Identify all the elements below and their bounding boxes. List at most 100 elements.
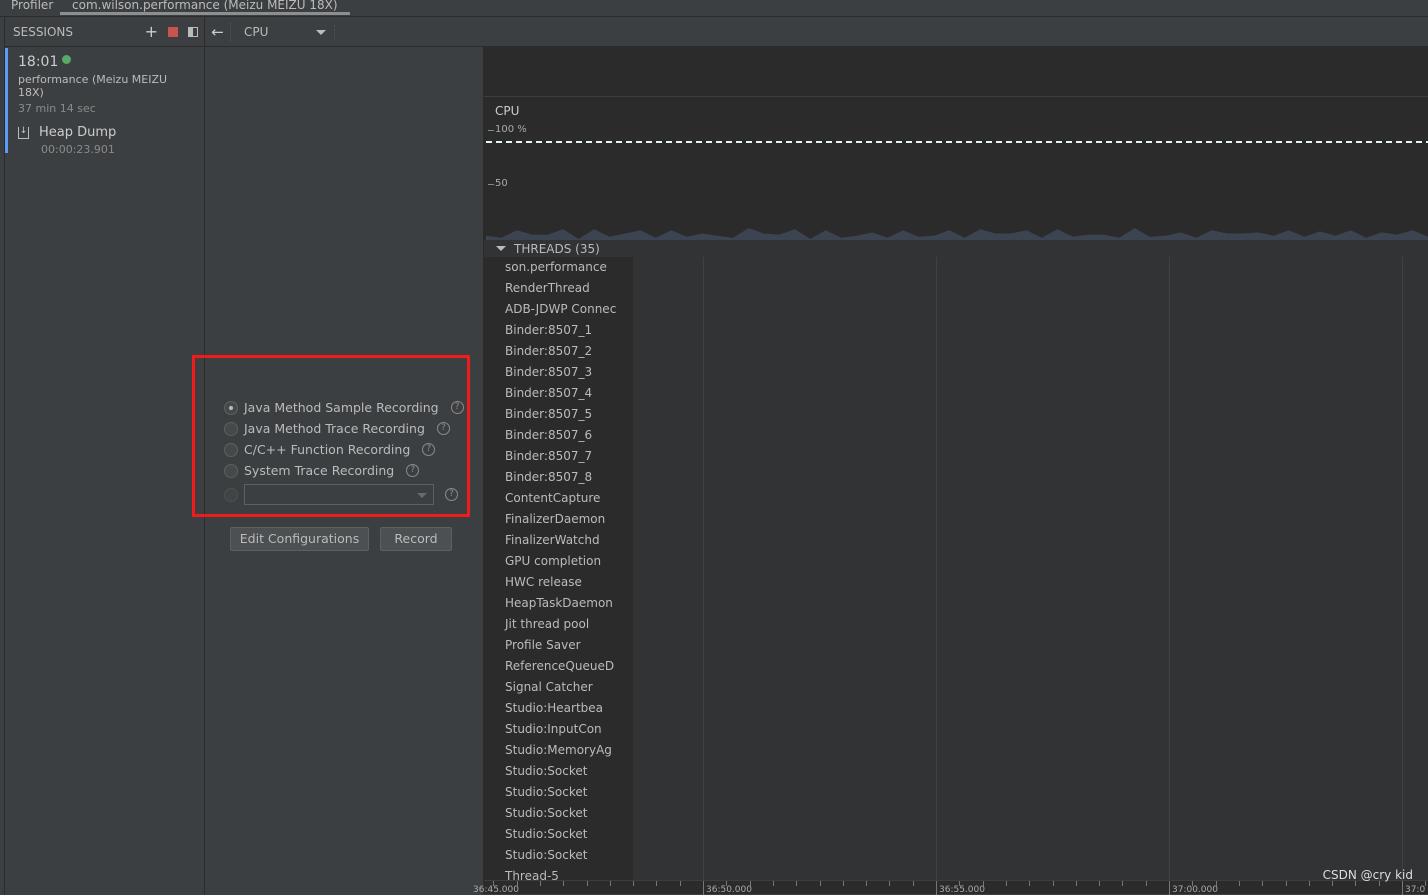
stop-session-icon[interactable] bbox=[168, 26, 178, 37]
y-tick-label: 100 % bbox=[495, 124, 527, 135]
thread-row[interactable]: Studio:Socket bbox=[505, 827, 587, 841]
option-cpp[interactable]: C/C++ Function Recording? bbox=[224, 442, 436, 457]
custom-config-dropdown[interactable] bbox=[244, 484, 434, 505]
time-tick bbox=[842, 881, 844, 886]
radio-system-trace[interactable] bbox=[224, 463, 238, 478]
thread-row[interactable]: Binder:8507_1 bbox=[505, 323, 592, 337]
time-tick bbox=[1005, 881, 1007, 886]
thread-row[interactable]: HWC release bbox=[505, 575, 582, 589]
option-system-trace[interactable]: System Trace Recording? bbox=[224, 463, 420, 478]
time-tick bbox=[703, 881, 704, 895]
time-axis[interactable]: 36:45.000 36:50.000 36:55.000 37:00.000 37:0 bbox=[473, 880, 1428, 895]
radio-cpp[interactable] bbox=[224, 442, 238, 457]
thread-row[interactable]: GPU completion bbox=[505, 554, 601, 568]
thread-row[interactable]: Binder:8507_4 bbox=[505, 386, 592, 400]
thread-row[interactable]: Studio:MemoryAg bbox=[505, 743, 612, 757]
time-tick bbox=[1262, 881, 1264, 886]
thread-row[interactable]: Binder:8507_2 bbox=[505, 344, 592, 358]
y-tick bbox=[488, 130, 494, 131]
time-tick bbox=[563, 881, 565, 886]
tab-profiler[interactable]: Profiler bbox=[11, 0, 53, 15]
thread-row[interactable]: HeapTaskDaemon bbox=[505, 596, 613, 610]
thread-row[interactable]: Jit thread pool bbox=[505, 617, 589, 631]
threads-header-label: THREADS (35) bbox=[514, 241, 600, 256]
time-tick bbox=[796, 881, 798, 886]
collapse-panel-icon[interactable] bbox=[188, 26, 198, 37]
radio-java-trace[interactable] bbox=[224, 421, 238, 436]
heap-dump-icon: ↓ bbox=[18, 126, 29, 139]
thread-row[interactable]: Studio:Socket bbox=[505, 848, 587, 862]
thread-row[interactable]: Binder:8507_3 bbox=[505, 365, 592, 379]
thread-row[interactable]: Signal Catcher bbox=[505, 680, 593, 694]
grid-line bbox=[1169, 257, 1170, 880]
cpu-usage-area bbox=[486, 228, 1428, 240]
thread-row[interactable]: Binder:8507_8 bbox=[505, 470, 592, 484]
thread-row[interactable]: Studio:Socket bbox=[505, 764, 587, 778]
help-icon[interactable]: ? bbox=[445, 488, 458, 501]
collapse-triangle-icon[interactable] bbox=[496, 246, 506, 251]
time-tick bbox=[866, 881, 868, 886]
thread-row[interactable]: ReferenceQueueD bbox=[505, 659, 614, 673]
option-java-sample[interactable]: Java Method Sample Recording? bbox=[224, 400, 464, 415]
thread-row[interactable]: Studio:Heartbea bbox=[505, 701, 603, 715]
option-label: Java Method Sample Recording bbox=[244, 400, 439, 415]
time-tick bbox=[1075, 881, 1077, 886]
session-item[interactable]: 18:01 performance (Meizu MEIZU 18X) 37 m… bbox=[5, 48, 204, 156]
help-icon[interactable]: ? bbox=[450, 401, 464, 414]
sessions-header: SESSIONS + bbox=[5, 17, 204, 47]
time-tick bbox=[1238, 881, 1240, 886]
record-button[interactable]: Record bbox=[380, 527, 452, 551]
help-icon[interactable]: ? bbox=[406, 464, 420, 477]
thread-row[interactable]: Binder:8507_7 bbox=[505, 449, 592, 463]
thread-row[interactable]: Binder:8507_6 bbox=[505, 428, 592, 442]
time-tick bbox=[772, 881, 774, 886]
threads-header[interactable]: THREADS (35) bbox=[484, 240, 1428, 257]
thread-row[interactable]: Binder:8507_5 bbox=[505, 407, 592, 421]
help-icon[interactable]: ? bbox=[436, 422, 450, 435]
thread-tracks[interactable] bbox=[633, 257, 1428, 880]
thread-row[interactable]: FinalizerWatchd bbox=[505, 533, 600, 547]
arrow-left-icon[interactable]: ← bbox=[205, 22, 231, 41]
thread-row[interactable]: FinalizerDaemon bbox=[505, 512, 605, 526]
session-name: performance (Meizu MEIZU 18X) bbox=[18, 73, 168, 99]
thread-row[interactable]: Studio:Socket bbox=[505, 785, 587, 799]
time-tick bbox=[633, 881, 635, 886]
option-label: System Trace Recording bbox=[244, 463, 395, 478]
option-custom[interactable] bbox=[224, 488, 238, 502]
time-tick bbox=[656, 881, 658, 886]
time-tick bbox=[1285, 881, 1287, 886]
time-tick bbox=[749, 881, 751, 886]
thread-row[interactable]: ADB-JDWP Connec bbox=[505, 302, 616, 316]
thread-row[interactable]: Studio:InputCon bbox=[505, 722, 602, 736]
thread-row[interactable]: RenderThread bbox=[505, 281, 590, 295]
time-tick bbox=[912, 881, 914, 886]
option-java-trace[interactable]: Java Method Trace Recording? bbox=[224, 421, 450, 436]
help-icon[interactable]: ? bbox=[422, 443, 436, 456]
time-tick bbox=[1425, 881, 1427, 886]
time-tick bbox=[1145, 881, 1147, 886]
time-tick bbox=[1215, 881, 1217, 886]
thread-row[interactable]: Studio:Socket bbox=[505, 806, 587, 820]
heap-dump-item[interactable]: ↓ Heap Dump bbox=[18, 125, 194, 140]
time-tick bbox=[1402, 881, 1403, 895]
session-duration: 37 min 14 sec bbox=[18, 102, 96, 115]
radio-custom[interactable] bbox=[224, 488, 238, 502]
time-tick bbox=[1029, 881, 1031, 886]
tab-app-session[interactable]: com.wilson.performance (Meizu MEIZU 18X) bbox=[60, 0, 350, 15]
time-tick bbox=[1308, 881, 1310, 886]
time-tick bbox=[1099, 881, 1101, 886]
thread-row[interactable]: ContentCapture bbox=[505, 491, 600, 505]
watermark: CSDN @cry kid bbox=[1322, 868, 1413, 882]
time-tick bbox=[609, 881, 611, 886]
radio-java-sample[interactable] bbox=[224, 400, 238, 415]
edit-configurations-button[interactable]: Edit Configurations bbox=[230, 527, 369, 551]
profiler-select[interactable]: CPU bbox=[231, 24, 335, 39]
time-tick bbox=[1169, 881, 1170, 895]
thread-row[interactable]: son.performance bbox=[505, 260, 607, 274]
thread-row[interactable]: Profile Saver bbox=[505, 638, 581, 652]
cpu-usage-chart[interactable] bbox=[484, 137, 1428, 241]
add-session-icon[interactable]: + bbox=[145, 23, 158, 39]
profiler-select-value: CPU bbox=[244, 24, 269, 39]
tab-bar: Profiler com.wilson.performance (Meizu M… bbox=[0, 0, 1428, 17]
time-tick bbox=[586, 881, 588, 886]
